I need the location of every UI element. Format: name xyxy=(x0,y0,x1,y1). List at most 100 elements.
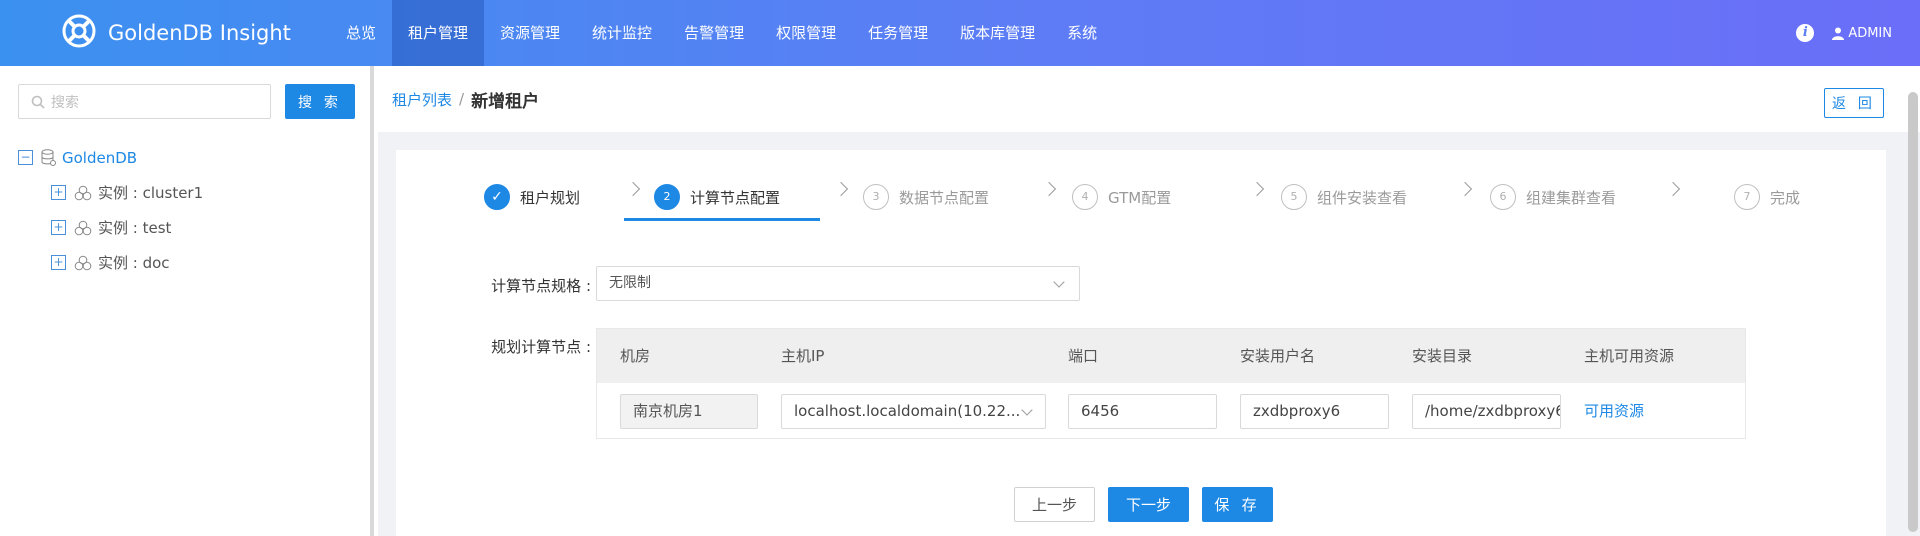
step-number: 4 xyxy=(1072,184,1098,210)
breadcrumb: 租户列表 / 新增租户 xyxy=(392,66,539,132)
compute-node-table: 机房 主机IP 端口 安装用户名 安装目录 主机可用资源 南京机房1 local… xyxy=(596,328,1746,439)
step-finish[interactable]: 7 完成 xyxy=(1734,180,1800,214)
tree-item-cluster1[interactable]: + 实例 : cluster1 xyxy=(18,175,203,210)
step-component-install[interactable]: 5 组件安装查看 xyxy=(1281,180,1407,214)
nav-overview[interactable]: 总览 xyxy=(330,0,392,66)
collapse-icon[interactable]: − xyxy=(18,150,33,165)
port-input[interactable]: 6456 xyxy=(1068,394,1217,429)
step-tenant-plan[interactable]: ✓ 租户规划 xyxy=(484,180,580,214)
nav-statistics-monitoring[interactable]: 统计监控 xyxy=(576,0,668,66)
column-host-ip: 主机IP xyxy=(781,347,825,365)
tree-root[interactable]: − GoldenDB xyxy=(18,140,203,175)
step-arrow-icon xyxy=(1041,181,1057,197)
host-ip-value: localhost.localdomain(10.22... xyxy=(794,402,1021,420)
host-ip-select[interactable]: localhost.localdomain(10.22... xyxy=(781,394,1046,429)
nav-tenant-management[interactable]: 租户管理 xyxy=(392,0,485,66)
search-box xyxy=(18,84,271,119)
step-arrow-icon xyxy=(1665,181,1681,197)
expand-icon[interactable]: + xyxy=(51,220,66,235)
tree-item-label: 实例 : cluster1 xyxy=(98,184,204,202)
nav-version-library[interactable]: 版本库管理 xyxy=(944,0,1051,66)
page-title: 新增租户 xyxy=(471,91,540,112)
cluster-icon xyxy=(74,220,92,235)
main-nav: 总览 租户管理 资源管理 统计监控 告警管理 权限管理 任务管理 版本库管理 系… xyxy=(330,0,1113,66)
spec-select-value: 无限制 xyxy=(609,275,651,291)
table-header: 机房 主机IP 端口 安装用户名 安装目录 主机可用资源 xyxy=(597,329,1745,383)
active-step-indicator xyxy=(624,218,820,221)
expand-icon[interactable]: + xyxy=(51,185,66,200)
brand-title: GoldenDB Insight xyxy=(108,21,291,45)
step-number: 7 xyxy=(1734,184,1760,210)
spec-select[interactable]: 无限制 xyxy=(596,266,1080,301)
step-label: 组件安装查看 xyxy=(1317,188,1408,207)
search-input[interactable] xyxy=(51,93,251,110)
step-check-icon: ✓ xyxy=(484,184,510,210)
column-install-dir: 安装目录 xyxy=(1412,347,1473,365)
database-icon xyxy=(41,149,56,166)
tree-item-test[interactable]: + 实例 : test xyxy=(18,210,203,245)
column-port: 端口 xyxy=(1068,347,1099,365)
tree-item-label: 实例 : test xyxy=(98,219,172,237)
step-number: 5 xyxy=(1281,184,1307,210)
goldendb-logo-icon xyxy=(62,14,96,48)
column-room: 机房 xyxy=(620,347,651,365)
nav-task-management[interactable]: 任务管理 xyxy=(852,0,944,66)
column-host-resource: 主机可用资源 xyxy=(1584,347,1675,365)
step-arrow-icon xyxy=(625,181,641,197)
info-icon[interactable]: i xyxy=(1796,24,1815,42)
step-cluster-build[interactable]: 6 组建集群查看 xyxy=(1490,180,1616,214)
nav-alarm-management[interactable]: 告警管理 xyxy=(668,0,760,66)
step-number: 3 xyxy=(863,184,889,210)
back-button[interactable]: 返 回 xyxy=(1824,88,1884,118)
step-compute-node[interactable]: 2 计算节点配置 xyxy=(654,180,780,214)
save-button[interactable]: 保 存 xyxy=(1202,487,1273,522)
breadcrumb-bar: 租户列表 / 新增租户 返 回 xyxy=(378,66,1920,132)
prev-step-button[interactable]: 上一步 xyxy=(1014,487,1095,522)
column-install-user: 安装用户名 xyxy=(1240,347,1316,365)
nav-permission-management[interactable]: 权限管理 xyxy=(760,0,852,66)
step-label: 计算节点配置 xyxy=(690,188,781,207)
tree-item-label: 实例 : doc xyxy=(98,254,170,272)
tree-root-label: GoldenDB xyxy=(62,148,138,167)
step-arrow-icon xyxy=(1457,181,1473,197)
next-step-button[interactable]: 下一步 xyxy=(1108,487,1189,522)
search-button[interactable]: 搜 索 xyxy=(285,84,355,119)
user-icon xyxy=(1832,27,1845,40)
cluster-icon xyxy=(74,255,92,270)
step-number: 6 xyxy=(1490,184,1516,210)
wizard-steps: ✓ 租户规划 2 计算节点配置 3 数据节点配置 4 GTM配置 5 组件安装查 xyxy=(396,150,1886,234)
step-arrow-icon xyxy=(1249,181,1265,197)
room-field: 南京机房1 xyxy=(620,394,758,429)
scrollbar[interactable] xyxy=(1908,92,1918,532)
sidebar: 搜 索 − GoldenDB + 实例 : cluster1 + xyxy=(0,66,374,536)
plan-label: 规划计算节点 : xyxy=(491,338,591,356)
step-label: GTM配置 xyxy=(1108,188,1172,207)
breadcrumb-tenant-list[interactable]: 租户列表 xyxy=(392,89,452,110)
spec-label: 计算节点规格 : xyxy=(491,277,591,295)
step-arrow-icon xyxy=(833,181,849,197)
chevron-down-icon xyxy=(1021,404,1033,416)
nav-system[interactable]: 系统 xyxy=(1051,0,1113,66)
step-label: 数据节点配置 xyxy=(899,188,990,207)
step-label: 完成 xyxy=(1770,188,1801,207)
main-content: 租户列表 / 新增租户 返 回 ✓ 租户规划 2 计算节点配置 3 数据节点配置 xyxy=(378,66,1920,536)
step-data-node[interactable]: 3 数据节点配置 xyxy=(863,180,989,214)
header-actions: i ADMIN xyxy=(1796,0,1892,66)
step-label: 组建集群查看 xyxy=(1526,188,1617,207)
install-dir-input[interactable]: /home/zxdbproxy6 xyxy=(1412,394,1561,429)
nav-resource-management[interactable]: 资源管理 xyxy=(484,0,576,66)
step-gtm[interactable]: 4 GTM配置 xyxy=(1072,180,1171,214)
step-label: 租户规划 xyxy=(520,188,581,207)
user-name: ADMIN xyxy=(1848,25,1892,41)
cluster-tree: − GoldenDB + 实例 : cluster1 + 实例: test +… xyxy=(18,140,203,280)
tree-item-doc[interactable]: + 实例 : doc xyxy=(18,245,203,280)
user-menu[interactable]: ADMIN xyxy=(1832,26,1892,41)
install-user-input[interactable]: zxdbproxy6 xyxy=(1240,394,1389,429)
expand-icon[interactable]: + xyxy=(51,255,66,270)
top-header: GoldenDB Insight 总览 租户管理 资源管理 统计监控 告警管理 … xyxy=(0,0,1920,66)
search-icon xyxy=(31,95,45,109)
available-resource-link[interactable]: 可用资源 xyxy=(1584,394,1644,429)
breadcrumb-separator: / xyxy=(459,90,465,108)
cluster-icon xyxy=(74,185,92,200)
chevron-down-icon xyxy=(1053,276,1065,288)
